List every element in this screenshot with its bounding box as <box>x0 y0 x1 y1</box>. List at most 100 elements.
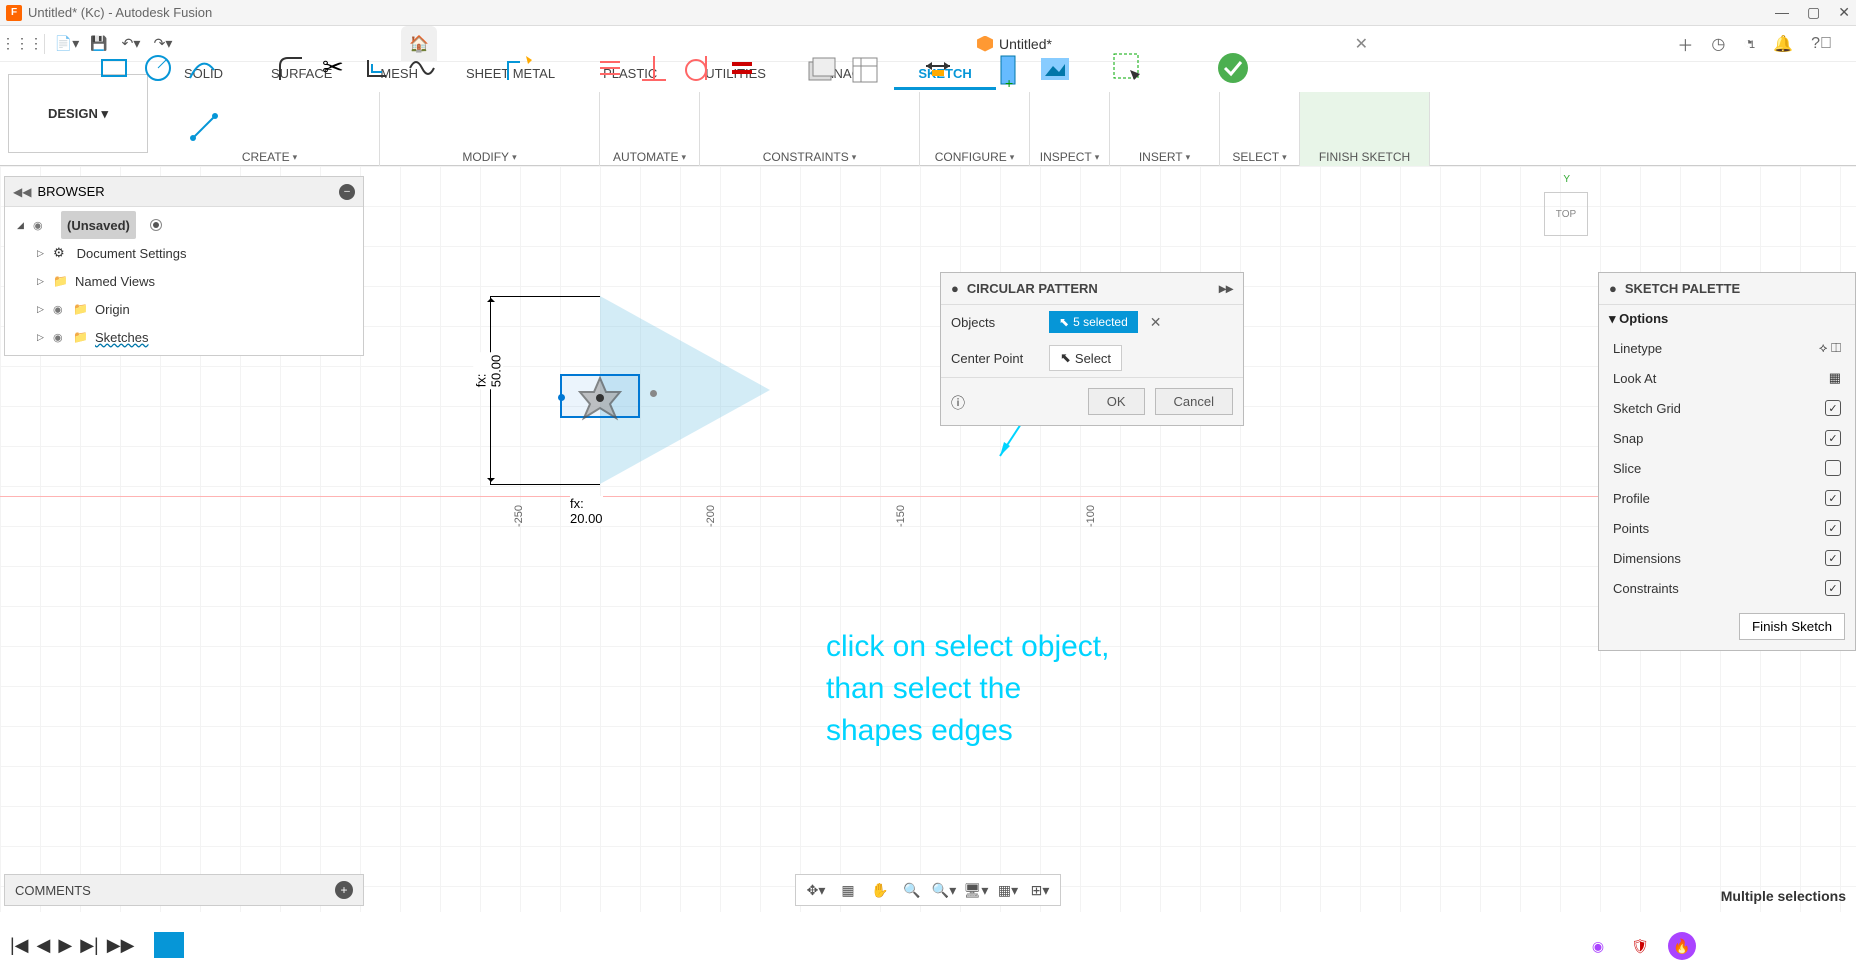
timeline-next-icon[interactable]: ▶| <box>80 935 99 956</box>
tray-icon-3[interactable]: 🔥 <box>1668 932 1696 960</box>
extensions-icon[interactable]: ◷ <box>1711 34 1725 54</box>
finish-sketch-icon[interactable] <box>1344 104 1386 146</box>
palette-row-points: Points <box>1599 513 1855 543</box>
tree-item[interactable]: ▷◉📁Sketches <box>5 323 363 351</box>
sketch-point[interactable] <box>558 394 565 401</box>
lookat-icon[interactable]: ▦ <box>834 878 862 902</box>
tree-item[interactable]: ▷📁Named Views <box>5 267 363 295</box>
info-icon[interactable]: ⓘ <box>951 393 965 413</box>
timeline-prev-icon[interactable]: ◀ <box>37 935 51 956</box>
expand-icon[interactable]: ▷ <box>37 332 47 343</box>
cursor-icon: ⬉ <box>1059 315 1069 329</box>
visibility-icon[interactable]: ◉ <box>53 303 67 316</box>
checkbox[interactable] <box>1825 550 1841 566</box>
v-dim-label[interactable]: fx: 50.00 <box>473 353 503 390</box>
timeline-start-icon[interactable]: |◀ <box>10 935 29 956</box>
minimize-icon[interactable]: ― <box>1775 4 1789 21</box>
finish-label[interactable]: FINISH SKETCH <box>1319 150 1410 164</box>
help-icon[interactable]: ?⃝ <box>1811 35 1832 53</box>
visibility-icon[interactable]: ◉ <box>53 331 67 344</box>
palette-row-lookat: Look At▦ <box>1599 363 1855 393</box>
cancel-button[interactable]: Cancel <box>1155 388 1233 415</box>
checkbox[interactable] <box>1825 580 1841 596</box>
x-axis-line <box>0 496 1856 497</box>
palette-row-grid: Sketch Grid <box>1599 393 1855 423</box>
ruler-mark: -100 <box>1085 505 1097 527</box>
tray-icon-1[interactable]: ◉ <box>1584 932 1612 960</box>
svg-text:+: + <box>1005 75 1013 91</box>
expand-icon[interactable]: ◢ <box>17 220 27 231</box>
star-sketch-shape[interactable] <box>570 378 630 418</box>
file-icon[interactable]: 📄▾ <box>53 30 81 58</box>
lookat-icon[interactable]: ▦ <box>1829 370 1841 386</box>
clear-selection-icon[interactable]: ✕ <box>1146 314 1166 331</box>
zoom-icon[interactable]: 🔍 <box>898 878 926 902</box>
viewport-icon[interactable]: ⊞▾ <box>1026 878 1054 902</box>
expand-icon[interactable]: ▸▸ <box>1219 280 1233 297</box>
maximize-icon[interactable]: ▢ <box>1807 4 1820 21</box>
panel-minimize-icon[interactable]: – <box>339 184 355 200</box>
comments-panel[interactable]: COMMENTS + <box>4 874 364 906</box>
tray-icon-2[interactable]: 🛡 <box>1626 932 1654 960</box>
expand-icon[interactable]: ▷ <box>37 304 47 315</box>
browser-title: BROWSER <box>37 184 104 199</box>
checkbox[interactable] <box>1825 430 1841 446</box>
canvas-area[interactable]: ◀◀ BROWSER – ◢ ◉ (Unsaved) ▷⚙Document Se… <box>0 166 1856 912</box>
tree-root-row[interactable]: ◢ ◉ (Unsaved) <box>5 211 363 239</box>
comments-label: COMMENTS <box>15 883 91 898</box>
ruler-mark: -150 <box>895 505 907 527</box>
viewcube-face[interactable]: TOP <box>1544 192 1588 236</box>
titlebar-right-icons: ＋ ◷ ◔1 🔔 ?⃝ <box>1677 32 1832 56</box>
grid-icon[interactable]: ▦▾ <box>994 878 1022 902</box>
selection-value: 5 selected <box>1073 315 1128 329</box>
tree-item[interactable]: ▷⚙Document Settings <box>5 239 363 267</box>
status-text: Multiple selections <box>1721 888 1846 904</box>
job-status-icon[interactable]: ◔1 <box>1743 35 1755 53</box>
active-radio-icon[interactable] <box>150 219 162 231</box>
center-selection-button[interactable]: ⬉ Select <box>1049 345 1122 371</box>
expand-icon[interactable]: ▷ <box>37 276 47 287</box>
finish-sketch-button[interactable]: Finish Sketch <box>1739 613 1845 640</box>
objects-selection-button[interactable]: ⬉ 5 selected <box>1049 311 1138 333</box>
notifications-icon[interactable]: 🔔 <box>1773 34 1793 54</box>
close-icon[interactable]: ✕ <box>1838 4 1850 21</box>
separator <box>44 34 45 54</box>
grid-menu-icon[interactable]: ⋮⋮⋮ <box>8 30 36 58</box>
collapse-icon[interactable]: ◀◀ <box>13 185 31 199</box>
pan-icon[interactable]: ✋ <box>866 878 894 902</box>
viewcube[interactable]: Y TOP <box>1528 174 1588 244</box>
ok-button[interactable]: OK <box>1088 388 1145 415</box>
timeline-sketch-thumb[interactable] <box>154 932 184 958</box>
collapse-icon[interactable]: ● <box>1609 281 1617 296</box>
timeline-end-icon[interactable]: ▶▶ <box>107 935 135 956</box>
dialog-buttons: ⓘ OK Cancel <box>941 377 1243 425</box>
checkbox[interactable] <box>1825 490 1841 506</box>
sketch-point[interactable] <box>650 390 657 397</box>
dialog-header[interactable]: ● CIRCULAR PATTERN ▸▸ <box>941 273 1243 305</box>
h-dim-label[interactable]: fx: 20.00 <box>570 496 603 526</box>
timeline-play-icon[interactable]: ▶ <box>58 935 72 956</box>
add-comment-icon[interactable]: + <box>335 881 353 899</box>
row-label: Sketch Grid <box>1613 401 1681 416</box>
checkbox[interactable] <box>1825 460 1841 476</box>
checkbox[interactable] <box>1825 520 1841 536</box>
linetype-icons[interactable]: ⟡ ◫ <box>1819 340 1841 356</box>
new-tab-icon[interactable]: ＋ <box>1677 32 1693 56</box>
checkbox[interactable] <box>1825 400 1841 416</box>
tree-item[interactable]: ▷◉📁Origin <box>5 295 363 323</box>
vertical-dimension[interactable] <box>490 296 491 484</box>
collapse-icon[interactable]: ● <box>951 281 959 296</box>
display-icon[interactable]: 🖥▾ <box>962 878 990 902</box>
fit-icon[interactable]: 🔍▾ <box>930 878 958 902</box>
dialog-circular-pattern: ● CIRCULAR PATTERN ▸▸ Objects ⬉ 5 select… <box>940 272 1244 426</box>
palette-header[interactable]: ● SKETCH PALETTE <box>1599 273 1855 305</box>
browser-header[interactable]: ◀◀ BROWSER – <box>5 177 363 207</box>
expand-icon[interactable]: ▷ <box>37 248 47 259</box>
titlebar: F Untitled* (Kc) - Autodesk Fusion ― ▢ ✕ <box>0 0 1856 26</box>
dialog-row-objects: Objects ⬉ 5 selected ✕ <box>941 305 1243 339</box>
options-section[interactable]: ▾ Options <box>1599 305 1855 333</box>
window-title: Untitled* (Kc) - Autodesk Fusion <box>28 5 212 20</box>
visibility-icon[interactable]: ◉ <box>33 219 47 232</box>
orbit-icon[interactable]: ✥▾ <box>802 878 830 902</box>
palette-title: SKETCH PALETTE <box>1625 281 1740 296</box>
